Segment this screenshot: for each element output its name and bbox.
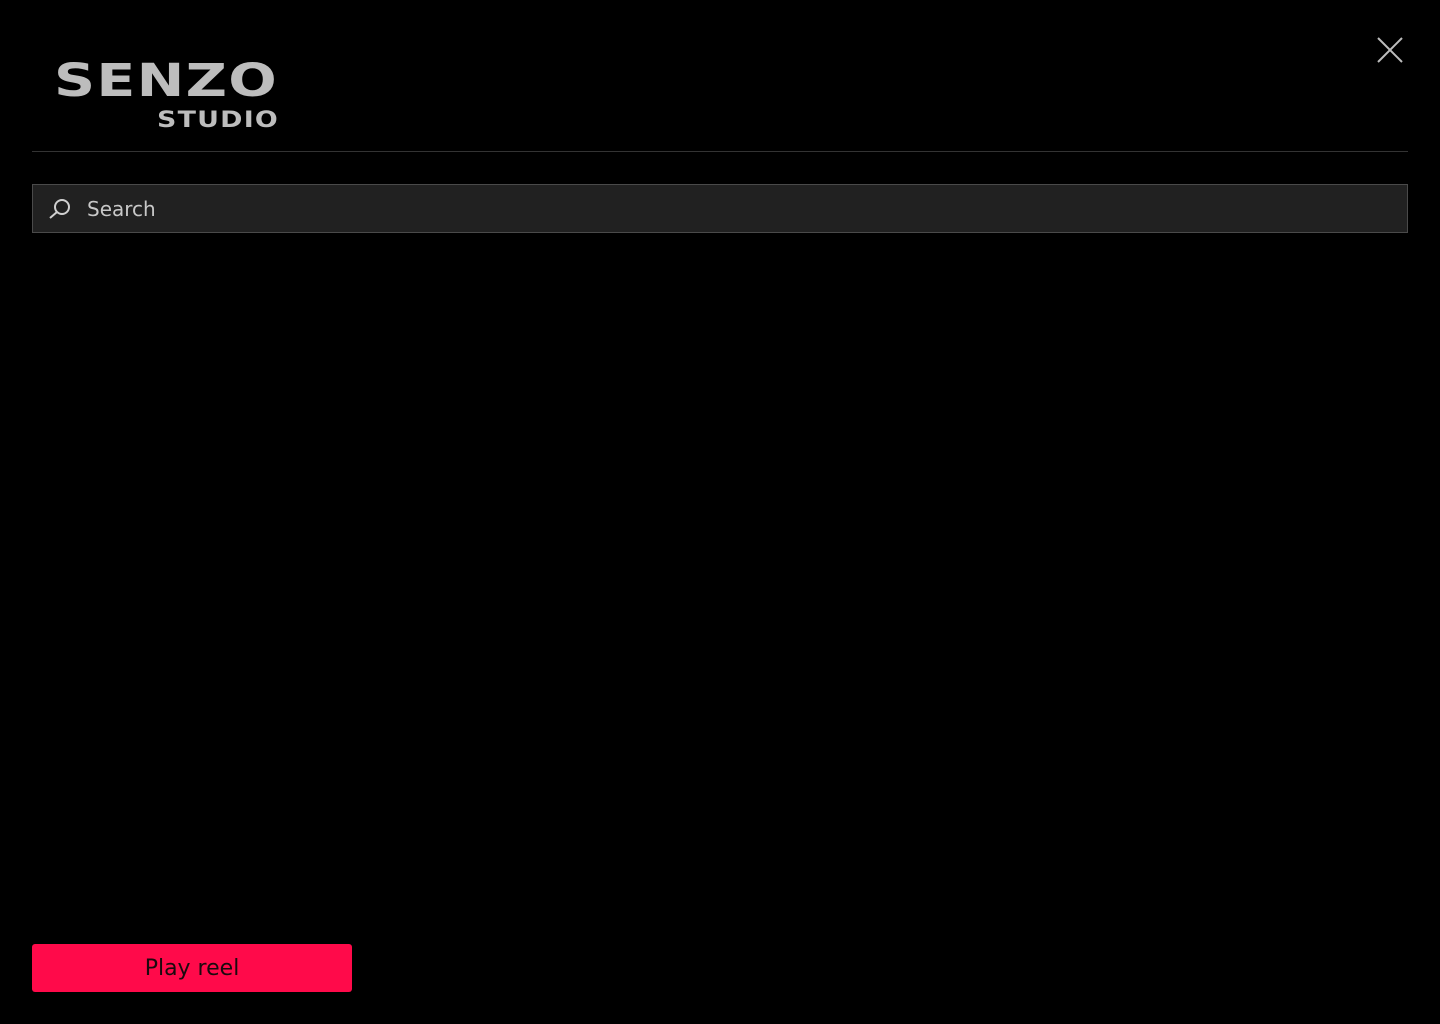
logo-word-senzo: SENZO: [54, 58, 278, 107]
play-reel-label: Play reel: [144, 955, 240, 981]
logo-word-studio: STUDIO: [157, 108, 279, 132]
senzo-studio-logo[interactable]: SENZO STUDIO: [54, 58, 284, 132]
header-divider: [32, 151, 1408, 152]
search-input[interactable]: [87, 185, 1387, 232]
menu-overlay: SENZO STUDIO Play reel: [0, 0, 1440, 1024]
close-button[interactable]: [1370, 30, 1410, 70]
play-reel-button[interactable]: Play reel: [32, 944, 352, 992]
close-icon: [1377, 37, 1403, 63]
search-icon: [49, 199, 70, 219]
search-bar[interactable]: [32, 184, 1408, 233]
